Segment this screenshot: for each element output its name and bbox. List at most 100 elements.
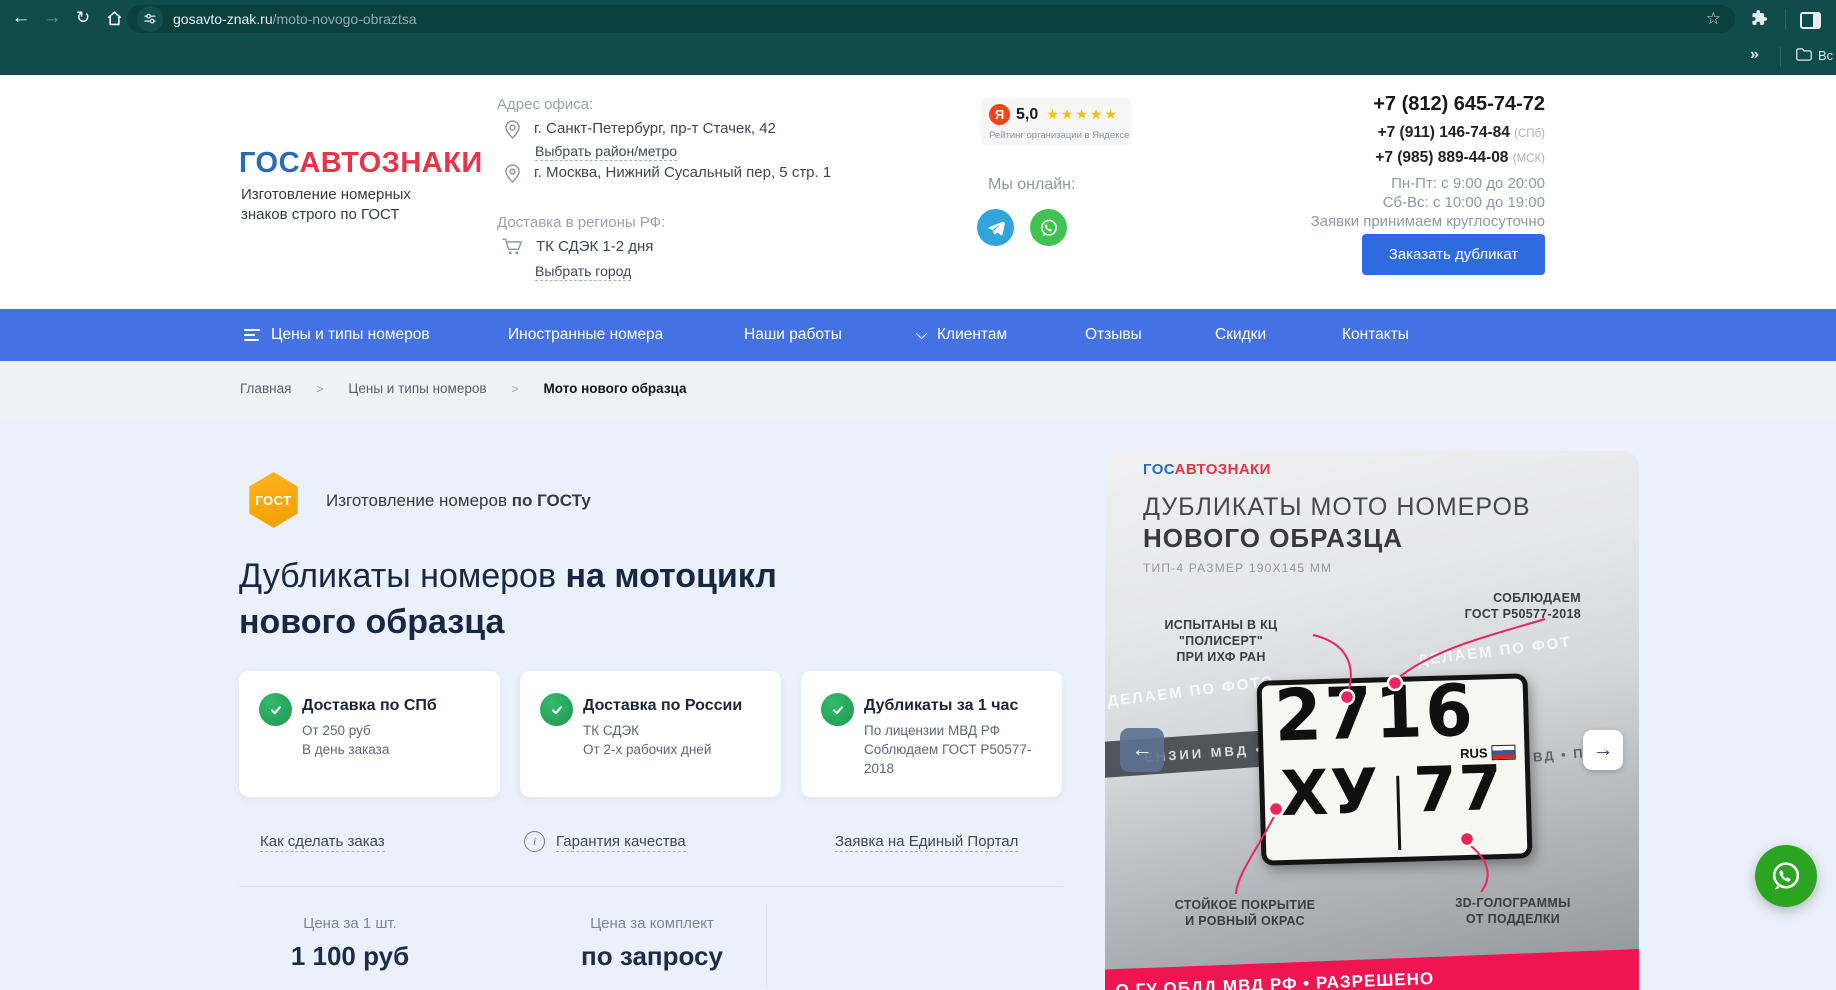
card-line: От 250 руб (302, 723, 371, 738)
label-line: ГОСТ Р50577-2018 (1464, 607, 1581, 621)
promo-title-line2: НОВОГО ОБРАЗЦА (1143, 523, 1403, 553)
nav-item-contacts[interactable]: Контакты (1342, 309, 1409, 361)
label-line: ИСПЫТАНЫ В КЦ "ПОЛИСЕРТ" (1164, 618, 1278, 648)
promo-logo-gos: ГОС (1143, 461, 1175, 478)
logo-part-gos: ГОС (239, 147, 300, 179)
nav-item-clients[interactable]: Клиентам (915, 309, 1008, 361)
page-title: Дубликаты номеров на мотоцикл нового обр… (239, 553, 777, 645)
label-line: СТОЙКОЕ ПОКРЫТИЕ (1174, 898, 1316, 912)
url-bar[interactable]: gosavto-znak.ru/moto-novogo-obraztsa ☆ (127, 5, 1735, 33)
site-header: ГОСАВТОЗНАКИ Изготовление номерных знако… (0, 75, 1836, 309)
side-panel-icon[interactable] (1800, 12, 1821, 29)
phones-block: +7 (812) 645-74-72 +7 (911) 146-74-84 (С… (1311, 93, 1545, 231)
title-normal: Дубликаты номеров (239, 557, 557, 595)
browser-toolbar: ← → ↻ gosavto-znak.ru/moto-novogo-obrazt… (0, 0, 1836, 38)
label-tested: ИСПЫТАНЫ В КЦ "ПОЛИСЕРТ" ПРИ ИХФ РАН (1121, 617, 1321, 665)
label-line: И РОВНЫЙ ОКРАС (1185, 914, 1305, 928)
nav-label: Клиентам (937, 326, 1008, 343)
nav-label: Отзывы (1085, 326, 1142, 343)
order-duplicate-button[interactable]: Заказать дубликат (1362, 234, 1545, 275)
nav-item-prices[interactable]: Цены и типы номеров (244, 309, 430, 361)
plate-region: 77 (1412, 750, 1505, 827)
portal-request-link[interactable]: Заявка на Единый Портал (835, 833, 1019, 852)
check-icon (821, 693, 854, 726)
bookmarks-folder-label[interactable]: Вс (1818, 48, 1833, 63)
yandex-rating-badge[interactable]: Я 5,0 ★★★★★ Рейтинг организации в Яндекс… (981, 98, 1131, 145)
whatsapp-float-button[interactable] (1755, 845, 1817, 907)
telegram-icon[interactable] (977, 209, 1014, 246)
rating-top-row: Я 5,0 ★★★★★ (989, 104, 1119, 125)
address-msk: г. Москва, Нижний Сусальный пер, 5 стр. … (534, 164, 832, 181)
nav-label: Наши работы (744, 326, 842, 343)
browser-chrome: ← → ↻ gosavto-znak.ru/moto-novogo-obrazt… (0, 0, 1836, 75)
plate-letters: ХУ (1279, 754, 1382, 831)
card-line: По лицензии МВД РФ (864, 723, 1000, 738)
phone-spb[interactable]: +7 (911) 146-74-84 (СПб) (1311, 124, 1545, 142)
plate-divider (1396, 775, 1402, 850)
select-city-link[interactable]: Выбрать город (535, 263, 632, 281)
forward-icon[interactable]: → (38, 4, 66, 32)
how-to-order-link[interactable]: Как сделать заказ (260, 833, 385, 852)
breadcrumb-separator: > (511, 381, 519, 396)
messengers-row (977, 209, 1067, 246)
quality-guarantee-link[interactable]: Гарантия качества (556, 833, 686, 852)
card-title: Дубликаты за 1 час (864, 697, 1019, 714)
logo-tagline: Изготовление номерных знаков строго по Г… (241, 185, 411, 225)
promo-carousel-slide: ГОСАВТОЗНАКИ ДУБЛИКАТЫ МОТО НОМЕРОВ НОВО… (1105, 451, 1639, 990)
bookmark-star-icon[interactable]: ☆ (1706, 9, 1721, 29)
kicker-normal: Изготовление номеров (326, 491, 507, 510)
feature-card-delivery-spb: Доставка по СПб От 250 руб В день заказа (239, 671, 500, 797)
nav-label: Иностранные номера (508, 326, 664, 343)
whatsapp-icon (1772, 862, 1800, 890)
phone-main[interactable]: +7 (812) 645-74-72 (1311, 93, 1545, 116)
address-spb: г. Санкт-Петербург, пр-т Стачек, 42 (534, 120, 776, 137)
price-single-value: 1 100 руб (290, 941, 410, 971)
logo-part-avtoznaki: АВТОЗНАКИ (299, 147, 483, 179)
title-bold1: на мотоцикл (565, 557, 777, 595)
reload-icon[interactable]: ↻ (69, 4, 97, 32)
card-title: Доставка по России (583, 697, 743, 714)
nav-item-works[interactable]: Наши работы (744, 309, 842, 361)
link-label: Заявка на Единый Портал (835, 833, 1019, 852)
bookmarks-separator (1780, 47, 1781, 67)
home-glyph (107, 10, 121, 25)
title-bold2: нового образца (239, 603, 505, 641)
select-district-link[interactable]: Выбрать район/метро (535, 143, 678, 161)
card-line: Соблюдаем ГОСТ Р50577- (864, 742, 1032, 757)
bookmarks-overflow-icon[interactable]: » (1750, 46, 1759, 64)
price-single-label: Цена за 1 шт. (303, 915, 397, 932)
site-logo[interactable]: ГОСАВТОЗНАКИ (239, 147, 483, 180)
nav-item-reviews[interactable]: Отзывы (1085, 309, 1142, 361)
nav-item-discounts[interactable]: Скидки (1215, 309, 1266, 361)
folder-icon[interactable] (1796, 48, 1812, 66)
nav-item-foreign[interactable]: Иностранные номера (508, 309, 663, 361)
card-body: От 250 руб В день заказа (302, 721, 389, 759)
carousel-next-button[interactable]: → (1583, 730, 1623, 770)
bookmarks-bar: » Вс (0, 38, 1836, 75)
home-icon[interactable] (100, 4, 128, 32)
site-settings-icon[interactable] (137, 6, 163, 32)
location-pin-icon (505, 164, 520, 183)
hours-weekdays: Пн-Пт: с 9:00 до 20:00 (1391, 175, 1545, 192)
tagline-line1: Изготовление номерных (241, 186, 411, 203)
delivery-label: Доставка в регионы РФ: (497, 214, 666, 231)
whatsapp-icon[interactable] (1030, 209, 1067, 246)
promo-title-line1: ДУБЛИКАТЫ МОТО НОМЕРОВ (1143, 493, 1531, 521)
cart-icon (502, 238, 522, 255)
address-spb-row: г. Санкт-Петербург, пр-т Стачек, 42 (505, 120, 776, 139)
carousel-prev-button[interactable]: ← (1120, 728, 1164, 772)
phone-msk-note: (МСК) (1512, 153, 1545, 165)
breadcrumb-parent[interactable]: Цены и типы номеров (348, 381, 486, 396)
back-icon[interactable]: ← (7, 4, 35, 32)
extensions-icon[interactable] (1745, 4, 1773, 32)
address-msk-row: г. Москва, Нижний Сусальный пер, 5 стр. … (505, 164, 831, 183)
main-nav: Цены и типы номеров Иностранные номера Н… (0, 309, 1836, 361)
delivery-value: ТК СДЭК 1-2 дня (536, 238, 654, 255)
breadcrumb-home[interactable]: Главная (240, 381, 291, 396)
phone-spb-note: (СПб) (1514, 128, 1545, 140)
yandex-icon: Я (989, 104, 1010, 125)
phone-msk[interactable]: +7 (985) 889-44-08 (МСК) (1311, 149, 1545, 167)
kicker-bold: по ГОСТу (511, 491, 591, 510)
check-icon (540, 693, 573, 726)
phone-msk-number: +7 (985) 889-44-08 (1375, 149, 1509, 166)
